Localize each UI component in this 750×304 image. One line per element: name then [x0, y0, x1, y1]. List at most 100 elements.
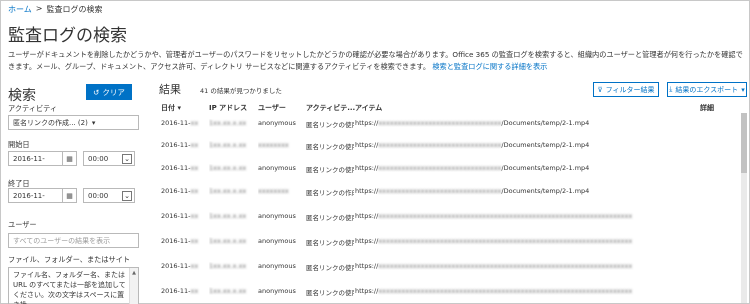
- calendar-icon[interactable]: ▦: [62, 152, 76, 165]
- filter-results-button[interactable]: ⊽ フィルター結果: [593, 82, 659, 97]
- table-row[interactable]: 2016-11-xx 1xx.xx.x.xx xxxxxxxx 匿名リンクの使用 htt…: [159, 141, 747, 153]
- row-activity: 匿名リンクの使用: [306, 239, 354, 247]
- results-scrollbar-thumb[interactable]: [741, 113, 747, 173]
- row-date: 2016-11-xx: [161, 287, 199, 295]
- row-item: https://xxxxxxxxxxxxxxxxxxxxxxxxxxxxxxxx…: [355, 164, 590, 172]
- table-row[interactable]: 2016-11-xx 1xx.xx.x.xx anonymous 匿名リンクの使用 ht…: [159, 119, 747, 131]
- description-text: ユーザーがドキュメントを削除したかどうかや、管理者がユーザーのパスワードをリセッ…: [8, 50, 743, 71]
- activity-label: アクティビティ: [8, 104, 58, 113]
- search-panel-title: 検索: [8, 88, 36, 104]
- row-date: 2016-11-xx: [161, 237, 199, 245]
- row-activity: 匿名リンクの使用: [306, 143, 354, 151]
- clear-button[interactable]: ↺ クリア: [86, 84, 132, 100]
- row-date: 2016-11-xx: [161, 212, 199, 220]
- results-title: 結果: [159, 83, 181, 96]
- column-header-activity[interactable]: アクティビテ...: [306, 103, 355, 113]
- row-activity: 匿名リンクの使用: [306, 214, 354, 222]
- row-ip: 1xx.xx.x.xx: [209, 164, 247, 172]
- row-user: xxxxxxxx: [258, 141, 289, 149]
- results-count: 41 の結果が見つかりました: [200, 87, 282, 95]
- breadcrumb-current: 監査ログの検索: [46, 5, 103, 14]
- row-activity: 匿名リンクの使用: [306, 264, 354, 272]
- end-date-value: 2016-11-: [13, 191, 45, 200]
- file-input-text: ファイル名、フォルダー名、または URL のすべてまたは一部を追加してください。…: [13, 271, 126, 304]
- row-user: anonymous: [258, 262, 296, 270]
- column-header-date[interactable]: 日付 ▾: [161, 103, 181, 113]
- row-ip: 1xx.xx.x.xx: [209, 287, 247, 295]
- textarea-scrollbar[interactable]: ▲: [129, 268, 138, 304]
- page-title: 監査ログの検索: [8, 26, 127, 46]
- scroll-up-icon[interactable]: ▲: [130, 268, 138, 278]
- breadcrumb-separator: >: [35, 4, 43, 13]
- clear-button-label: クリア: [102, 87, 125, 97]
- column-header-ip[interactable]: IP アドレス: [209, 103, 247, 113]
- start-date-value: 2016-11-: [13, 154, 45, 163]
- start-date-label: 開始日: [8, 140, 30, 149]
- export-results-label: 結果のエクスポート: [675, 86, 739, 94]
- table-row[interactable]: 2016-11-xx 1xx.xx.x.xx xxxxxxxx 匿名リンクの作成 htt…: [159, 187, 747, 199]
- file-folder-site-label: ファイル、フォルダー、またはサイト: [8, 255, 131, 264]
- learn-more-link[interactable]: 検索と監査ログに関する詳細を表示: [432, 62, 547, 71]
- row-date: 2016-11-xx: [161, 119, 199, 127]
- row-ip: 1xx.xx.x.xx: [209, 141, 247, 149]
- row-date: 2016-11-xx: [161, 164, 199, 172]
- filter-icon: ⊽: [597, 86, 603, 94]
- row-activity: 匿名リンクの使用: [306, 166, 354, 174]
- row-user: anonymous: [258, 287, 296, 295]
- row-user: anonymous: [258, 237, 296, 245]
- column-header-item[interactable]: アイテム: [355, 103, 382, 113]
- chevron-down-icon: ⌄: [122, 154, 132, 164]
- table-row[interactable]: 2016-11-xx 1xx.xx.x.xx anonymous 匿名リンクの使用 ht…: [159, 287, 747, 299]
- results-table-header: 日付 ▾ IP アドレス ユーザー アクティビテ... アイテム 詳細: [159, 103, 747, 115]
- file-folder-site-input[interactable]: ファイル名、フォルダー名、または URL のすべてまたは一部を追加してください。…: [8, 267, 139, 304]
- filter-results-label: フィルター結果: [605, 86, 655, 94]
- breadcrumb: ホーム > 監査ログの検索: [8, 4, 102, 15]
- row-item: https://xxxxxxxxxxxxxxxxxxxxxxxxxxxxxxxx…: [355, 287, 633, 295]
- row-item: https://xxxxxxxxxxxxxxxxxxxxxxxxxxxxxxxx…: [355, 187, 590, 195]
- table-row[interactable]: 2016-11-xx 1xx.xx.x.xx anonymous 匿名リンクの使用 ht…: [159, 237, 747, 249]
- row-activity: 匿名リンクの作成: [306, 189, 354, 197]
- row-ip: 1xx.xx.x.xx: [209, 212, 247, 220]
- start-time-select[interactable]: 00:00 ⌄: [83, 151, 135, 166]
- page-description: ユーザーがドキュメントを削除したかどうかや、管理者がユーザーのパスワードをリセッ…: [8, 49, 748, 73]
- end-time-select[interactable]: 00:00 ⌄: [83, 188, 135, 203]
- users-input[interactable]: すべてのユーザーの結果を表示: [8, 233, 139, 248]
- end-date-input[interactable]: 2016-11- ▦: [8, 188, 77, 203]
- row-ip: 1xx.xx.x.xx: [209, 262, 247, 270]
- sort-desc-icon: ▾: [177, 104, 181, 112]
- table-row[interactable]: 2016-11-xx 1xx.xx.x.xx anonymous 匿名リンクの使用 ht…: [159, 212, 747, 224]
- chevron-down-icon: ▾: [91, 118, 96, 127]
- users-label: ユーザー: [8, 220, 37, 229]
- row-user: anonymous: [258, 119, 296, 127]
- chevron-down-icon: ▾: [741, 86, 745, 94]
- end-time-value: 00:00: [88, 191, 109, 200]
- start-date-input[interactable]: 2016-11- ▦: [8, 151, 77, 166]
- row-item: https://xxxxxxxxxxxxxxxxxxxxxxxxxxxxxxxx…: [355, 212, 633, 220]
- row-activity: 匿名リンクの使用: [306, 289, 354, 297]
- calendar-icon[interactable]: ▦: [62, 189, 76, 202]
- table-row[interactable]: 2016-11-xx 1xx.xx.x.xx anonymous 匿名リンクの使用 ht…: [159, 164, 747, 176]
- activity-dropdown[interactable]: 匿名リンクの作成... (2) ▾: [8, 115, 139, 130]
- row-activity: 匿名リンクの使用: [306, 121, 354, 129]
- start-time-value: 00:00: [88, 154, 109, 163]
- results-scrollbar[interactable]: [741, 113, 747, 303]
- column-header-detail[interactable]: 詳細: [700, 103, 714, 113]
- row-item: https://xxxxxxxxxxxxxxxxxxxxxxxxxxxxxxxx…: [355, 237, 633, 245]
- export-results-button[interactable]: ⤓ 結果のエクスポート ▾: [667, 82, 747, 97]
- row-user: anonymous: [258, 164, 296, 172]
- row-ip: 1xx.xx.x.xx: [209, 119, 247, 127]
- row-item: https://xxxxxxxxxxxxxxxxxxxxxxxxxxxxxxxx…: [355, 141, 590, 149]
- table-row[interactable]: 2016-11-xx 1xx.xx.x.xx anonymous 匿名リンクの使用 ht…: [159, 262, 747, 274]
- row-date: 2016-11-xx: [161, 262, 199, 270]
- users-placeholder: すべてのユーザーの結果を表示: [13, 236, 111, 245]
- breadcrumb-home-link[interactable]: ホーム: [8, 4, 32, 15]
- row-item: https://xxxxxxxxxxxxxxxxxxxxxxxxxxxxxxxx…: [355, 119, 590, 127]
- activity-dropdown-value: 匿名リンクの作成... (2): [13, 118, 88, 127]
- column-header-user[interactable]: ユーザー: [258, 103, 286, 113]
- row-ip: 1xx.xx.x.xx: [209, 237, 247, 245]
- row-date: 2016-11-xx: [161, 141, 199, 149]
- chevron-down-icon: ⌄: [122, 191, 132, 201]
- download-icon: ⤓: [669, 85, 673, 93]
- row-user: xxxxxxxx: [258, 187, 289, 195]
- row-user: anonymous: [258, 212, 296, 220]
